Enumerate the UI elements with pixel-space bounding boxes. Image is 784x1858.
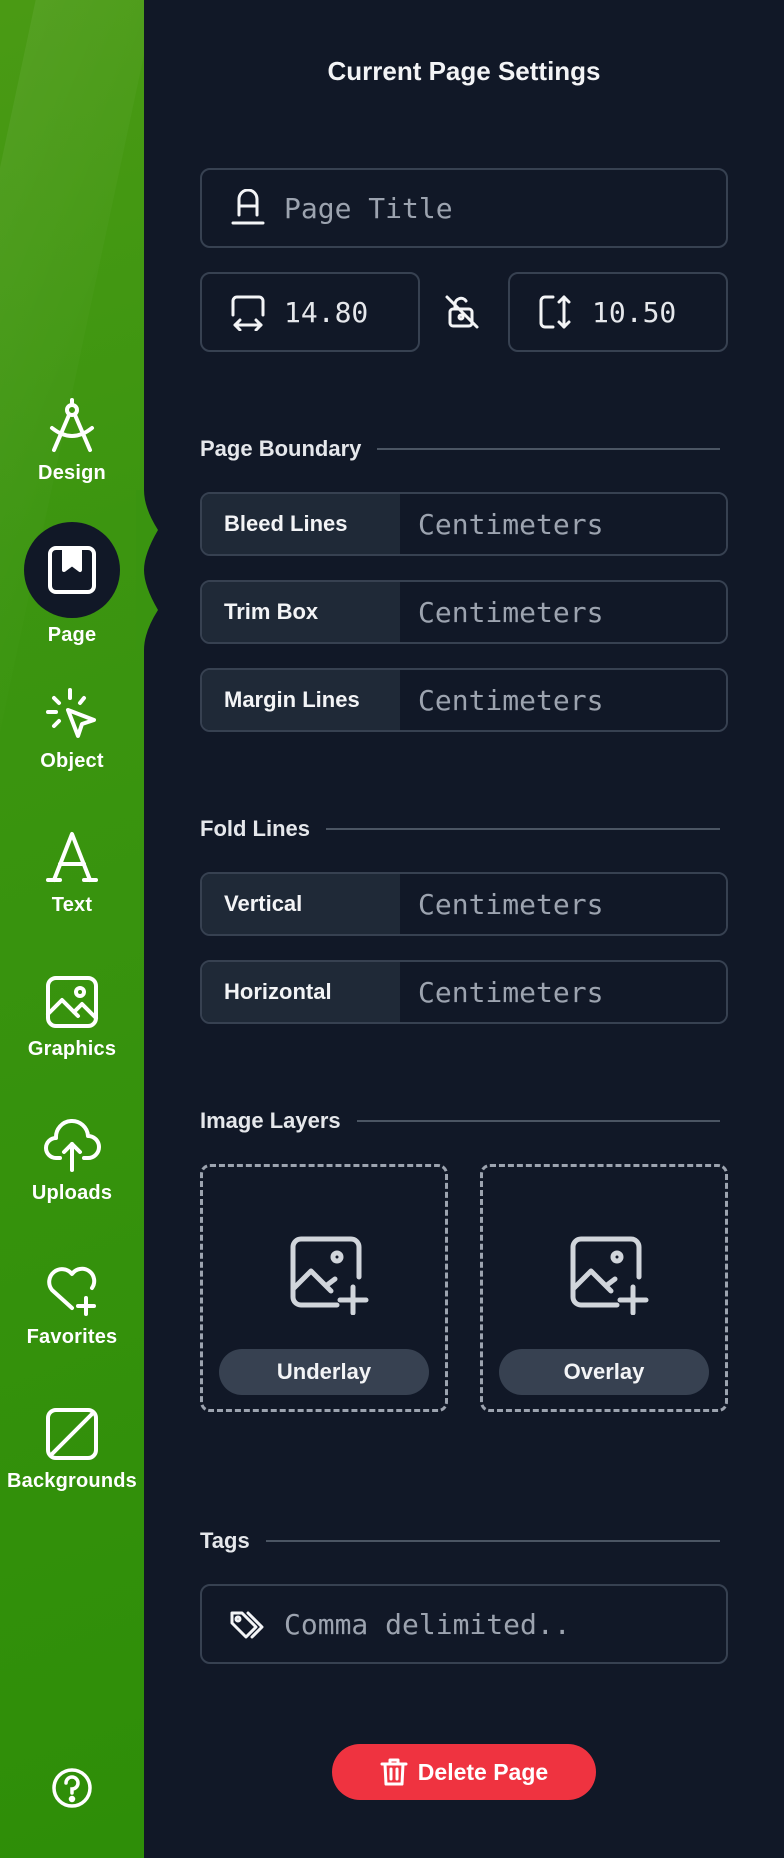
sidebar-item-backgrounds[interactable]: Backgrounds bbox=[0, 1404, 144, 1493]
margin-lines-row: Margin Lines Centimeters bbox=[200, 668, 728, 732]
aspect-lock-toggle[interactable] bbox=[444, 294, 480, 330]
sidebar-item-design[interactable]: Design bbox=[0, 396, 144, 485]
page-boundary-header: Page Boundary bbox=[200, 436, 720, 462]
section-divider bbox=[326, 828, 720, 830]
section-divider bbox=[265, 1540, 720, 1542]
horizontal-fold-input[interactable]: Centimeters bbox=[400, 962, 726, 1022]
bleed-lines-row: Bleed Lines Centimeters bbox=[200, 492, 728, 556]
sidebar-item-label: Design bbox=[38, 462, 106, 484]
sidebar-item-label: Backgrounds bbox=[6, 1470, 137, 1492]
unlock-icon bbox=[445, 295, 479, 329]
height-value: 10.50 bbox=[592, 295, 677, 329]
vertical-fold-label: Vertical bbox=[202, 874, 400, 934]
sidebar-item-page[interactable]: Page bbox=[0, 522, 144, 647]
underlay-dropzone[interactable]: Underlay bbox=[200, 1164, 448, 1412]
tags-header: Tags bbox=[200, 1528, 720, 1554]
heart-plus-icon bbox=[42, 1260, 102, 1320]
sidebar-item-object[interactable]: Object bbox=[0, 684, 144, 773]
page-settings-panel: Current Page Settings Page Title 14.80 1… bbox=[144, 0, 784, 1858]
sidebar-sheen bbox=[0, 0, 144, 1858]
underlay-label: Underlay bbox=[219, 1349, 429, 1395]
section-title: Image Layers bbox=[200, 1108, 341, 1133]
trim-box-input[interactable]: Centimeters bbox=[400, 582, 726, 642]
sidebar-item-graphics[interactable]: Graphics bbox=[0, 972, 144, 1061]
section-title: Tags bbox=[200, 1528, 250, 1553]
margin-lines-input[interactable]: Centimeters bbox=[400, 670, 726, 730]
sidebar-item-favorites[interactable]: Favorites bbox=[0, 1260, 144, 1349]
trim-box-row: Trim Box Centimeters bbox=[200, 580, 728, 644]
sidebar-item-label: Uploads bbox=[31, 1182, 113, 1204]
image-icon bbox=[42, 972, 102, 1032]
help-icon[interactable] bbox=[50, 1766, 94, 1810]
sidebar-item-label: Text bbox=[51, 894, 93, 916]
page-title-placeholder: Page Title bbox=[284, 191, 453, 225]
overlay-dropzone[interactable]: Overlay bbox=[480, 1164, 728, 1412]
page-icon bbox=[24, 522, 120, 618]
section-divider bbox=[377, 448, 720, 450]
fold-lines-header: Fold Lines bbox=[200, 816, 720, 842]
image-layers-header: Image Layers bbox=[200, 1108, 720, 1134]
width-value: 14.80 bbox=[284, 295, 369, 329]
section-title: Fold Lines bbox=[200, 816, 310, 841]
width-icon bbox=[228, 292, 268, 332]
bleed-lines-label: Bleed Lines bbox=[202, 494, 400, 554]
cloud-upload-icon bbox=[42, 1116, 102, 1176]
sidebar-item-label: Favorites bbox=[26, 1326, 118, 1348]
background-icon bbox=[42, 1404, 102, 1464]
sidebar-item-label: Page bbox=[47, 624, 97, 646]
width-field[interactable]: 14.80 bbox=[200, 272, 420, 352]
tags-icon bbox=[228, 1604, 268, 1644]
bleed-lines-input[interactable]: Centimeters bbox=[400, 494, 726, 554]
horizontal-fold-label: Horizontal bbox=[202, 962, 400, 1022]
sidebar-item-text[interactable]: Text bbox=[0, 828, 144, 917]
delete-page-label: Delete Page bbox=[417, 1758, 549, 1785]
image-add-icon bbox=[287, 1233, 369, 1316]
page-title-field[interactable]: Page Title bbox=[200, 168, 728, 248]
section-divider bbox=[356, 1120, 720, 1122]
vertical-fold-input[interactable]: Centimeters bbox=[400, 874, 726, 934]
compass-icon bbox=[42, 396, 102, 456]
sidebar: Design Page Object Text Graphics Uploads… bbox=[0, 0, 144, 1858]
height-icon bbox=[536, 292, 576, 332]
height-field[interactable]: 10.50 bbox=[508, 272, 728, 352]
delete-page-button[interactable]: Delete Page bbox=[332, 1744, 596, 1800]
sidebar-item-label: Object bbox=[40, 750, 104, 772]
image-add-icon bbox=[567, 1233, 649, 1316]
vertical-fold-row: Vertical Centimeters bbox=[200, 872, 728, 936]
tags-placeholder: Comma delimited.. bbox=[284, 1607, 571, 1641]
panel-title: Current Page Settings bbox=[327, 56, 601, 86]
section-title: Page Boundary bbox=[200, 436, 362, 461]
text-icon bbox=[42, 828, 102, 888]
text-underline-icon bbox=[228, 188, 268, 228]
overlay-label: Overlay bbox=[499, 1349, 709, 1395]
horizontal-fold-row: Horizontal Centimeters bbox=[200, 960, 728, 1024]
tags-field[interactable]: Comma delimited.. bbox=[200, 1584, 728, 1664]
trim-box-label: Trim Box bbox=[202, 582, 400, 642]
trash-icon bbox=[380, 1758, 408, 1786]
margin-lines-label: Margin Lines bbox=[202, 670, 400, 730]
sidebar-item-label: Graphics bbox=[27, 1038, 117, 1060]
sidebar-item-uploads[interactable]: Uploads bbox=[0, 1116, 144, 1205]
cursor-click-icon bbox=[42, 684, 102, 744]
